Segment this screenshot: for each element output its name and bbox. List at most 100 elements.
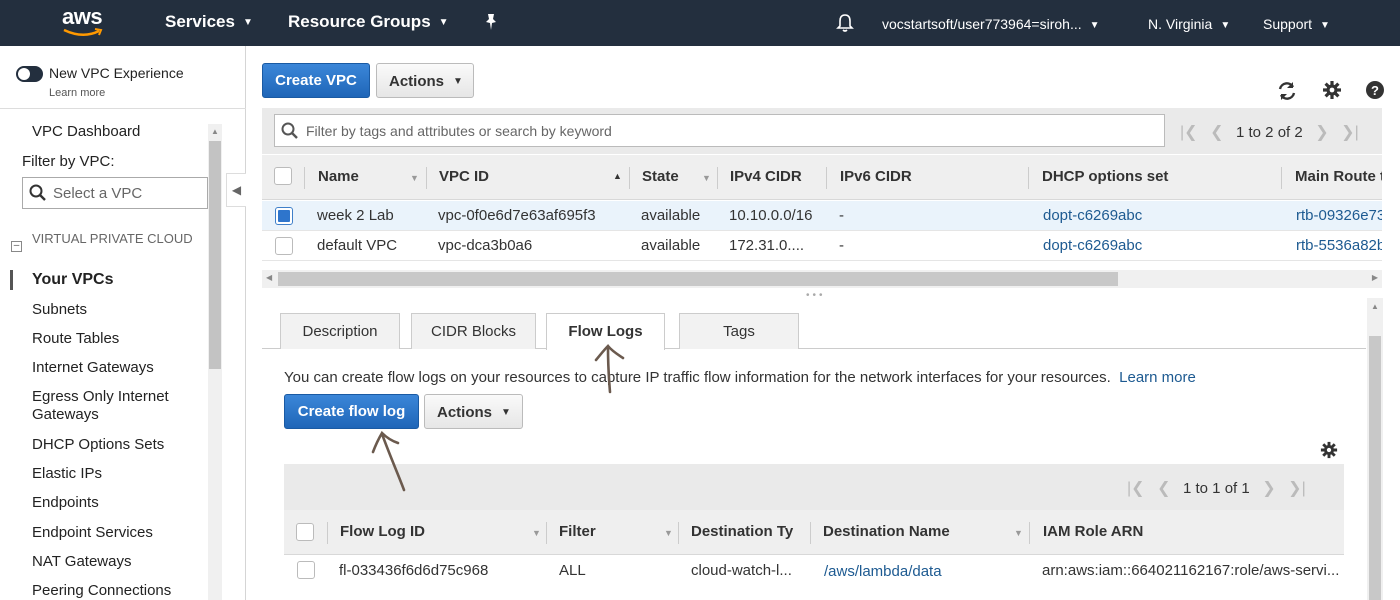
- sidebar-item-endpoints[interactable]: Endpoints: [32, 494, 202, 512]
- horizontal-scrollbar[interactable]: ◀ ▶: [262, 270, 1382, 288]
- table-row[interactable]: week 2 Lab vpc-0f0e6d7e63af695f3 availab…: [262, 201, 1382, 231]
- column-header-ipv6-cidr[interactable]: IPv6 CIDR: [840, 168, 912, 185]
- account-menu[interactable]: vocstartsoft/user773964=siroh... ▼: [882, 16, 1100, 32]
- column-header-name[interactable]: Name: [318, 168, 359, 185]
- sidebar-item-nat-gateways[interactable]: NAT Gateways: [32, 553, 202, 571]
- refresh-icon[interactable]: [1276, 80, 1298, 106]
- prev-page-icon[interactable]: ❮: [1157, 480, 1170, 497]
- next-page-icon[interactable]: ❯: [1315, 124, 1328, 141]
- sidebar-item-route-tables[interactable]: Route Tables: [32, 330, 202, 348]
- sidebar-divider: [0, 108, 246, 109]
- sidebar-item-subnets[interactable]: Subnets: [32, 301, 202, 319]
- last-page-icon[interactable]: ❯|: [1288, 480, 1306, 497]
- sidebar-item-elastic-ips[interactable]: Elastic IPs: [32, 465, 202, 483]
- column-separator: [1281, 167, 1282, 189]
- services-menu[interactable]: Services ▼: [165, 12, 253, 32]
- sidebar-item-egress-only-internet-gateways[interactable]: Egress Only Internet Gateways: [32, 388, 192, 424]
- pin-icon[interactable]: [483, 13, 499, 36]
- sort-icon[interactable]: ▼: [532, 528, 541, 538]
- new-vpc-experience-toggle[interactable]: [16, 66, 43, 82]
- prev-page-icon[interactable]: ❮: [1210, 124, 1223, 141]
- flow-log-destination-name-link[interactable]: /aws/lambda/data: [824, 563, 942, 580]
- dhcp-options-link[interactable]: dopt-c6269abc: [1043, 237, 1142, 254]
- column-header-vpc-id[interactable]: VPC ID: [439, 168, 489, 185]
- vpc-filter-select[interactable]: Select a VPC: [22, 177, 208, 209]
- sort-icon[interactable]: ▼: [1014, 528, 1023, 538]
- actions-dropdown-button[interactable]: Actions ▼: [376, 63, 474, 98]
- collapse-section-icon[interactable]: –: [11, 241, 22, 252]
- details-scrollbar-thumb[interactable]: [1369, 336, 1381, 600]
- row-checkbox[interactable]: [297, 561, 315, 579]
- vpc-name: default VPC: [317, 237, 398, 254]
- column-header-flow-log-id[interactable]: Flow Log ID: [340, 523, 425, 540]
- first-page-icon[interactable]: |❮: [1180, 124, 1198, 141]
- sidebar-item-internet-gateways[interactable]: Internet Gateways: [32, 359, 202, 377]
- table-row[interactable]: fl-033436f6d6d75c968 ALL cloud-watch-l..…: [284, 556, 1344, 586]
- tab-description[interactable]: Description: [280, 313, 400, 349]
- column-separator: [717, 167, 718, 189]
- row-checkbox[interactable]: [275, 237, 293, 255]
- support-menu[interactable]: Support ▼: [1263, 16, 1330, 32]
- scroll-up-icon[interactable]: ▲: [211, 127, 219, 136]
- sidebar-item-endpoint-services[interactable]: Endpoint Services: [32, 524, 202, 542]
- settings-gear-icon[interactable]: [1322, 80, 1342, 104]
- bell-icon[interactable]: [836, 13, 854, 38]
- settings-gear-icon[interactable]: [1320, 441, 1338, 463]
- sidebar-scrollbar-thumb[interactable]: [209, 141, 221, 369]
- flow-log-actions-dropdown[interactable]: Actions ▼: [424, 394, 523, 429]
- column-header-ipv4-cidr[interactable]: IPv4 CIDR: [730, 168, 802, 185]
- column-header-filter[interactable]: Filter: [559, 523, 596, 540]
- vpc-table-header: Name ▼ VPC ID ▲ State ▼ IPv4 CIDR IPv6 C…: [262, 155, 1382, 200]
- first-page-icon[interactable]: |❮: [1127, 480, 1145, 497]
- scroll-right-icon[interactable]: ▶: [1372, 273, 1378, 282]
- learn-more-link[interactable]: Learn more: [1119, 369, 1196, 386]
- sidebar-item-peering-connections[interactable]: Peering Connections: [32, 582, 202, 600]
- sidebar-item-dhcp-options-sets[interactable]: DHCP Options Sets: [32, 436, 202, 454]
- scroll-up-icon[interactable]: ▲: [1371, 302, 1379, 311]
- sort-ascending-icon[interactable]: ▲: [613, 171, 622, 181]
- create-vpc-button[interactable]: Create VPC: [262, 63, 370, 98]
- sort-icon[interactable]: ▼: [664, 528, 673, 538]
- collapse-sidebar-button[interactable]: ◀: [226, 173, 246, 207]
- details-scrollbar[interactable]: ▲: [1367, 298, 1383, 600]
- chevron-down-icon: ▼: [501, 407, 511, 418]
- horizontal-scrollbar-thumb[interactable]: [278, 272, 1118, 286]
- sidebar-item-your-vpcs[interactable]: Your VPCs: [32, 271, 202, 289]
- column-header-state[interactable]: State: [642, 168, 679, 185]
- panel-resize-handle[interactable]: •••: [806, 290, 826, 301]
- column-separator: [629, 167, 630, 189]
- table-row[interactable]: default VPC vpc-dca3b0a6 available 172.3…: [262, 231, 1382, 261]
- tab-cidr-blocks[interactable]: CIDR Blocks: [411, 313, 536, 349]
- aws-logo[interactable]: aws: [60, 4, 110, 40]
- row-checkbox[interactable]: [275, 207, 293, 225]
- select-all-checkbox[interactable]: [296, 523, 314, 541]
- vpc-ipv4-cidr: 10.10.0.0/16: [729, 207, 813, 224]
- sidebar-item-vpc-dashboard[interactable]: VPC Dashboard: [32, 123, 140, 140]
- region-menu[interactable]: N. Virginia ▼: [1148, 16, 1230, 32]
- next-page-icon[interactable]: ❯: [1262, 480, 1275, 497]
- column-separator: [810, 522, 811, 544]
- column-header-main-route-table[interactable]: Main Route t: [1295, 168, 1382, 185]
- search-icon: [281, 122, 298, 139]
- column-separator: [826, 167, 827, 189]
- route-table-link[interactable]: rtb-5536a82b: [1296, 237, 1382, 254]
- create-flow-log-button[interactable]: Create flow log: [284, 394, 419, 429]
- select-all-checkbox[interactable]: [274, 167, 292, 185]
- tab-tags[interactable]: Tags: [679, 313, 799, 349]
- learn-more-link[interactable]: Learn more: [49, 87, 105, 99]
- scroll-left-icon[interactable]: ◀: [266, 273, 272, 282]
- annotation-arrow-icon: [594, 344, 625, 394]
- column-header-destination-name[interactable]: Destination Name: [823, 523, 950, 540]
- vpc-search-input[interactable]: Filter by tags and attributes or search …: [274, 114, 1165, 147]
- column-header-dhcp-options-set[interactable]: DHCP options set: [1042, 168, 1168, 185]
- dhcp-options-link[interactable]: dopt-c6269abc: [1043, 207, 1142, 224]
- column-header-iam-role-arn[interactable]: IAM Role ARN: [1043, 523, 1143, 540]
- column-header-destination-type[interactable]: Destination Ty: [691, 523, 796, 540]
- sort-icon[interactable]: ▼: [702, 173, 711, 183]
- route-table-link[interactable]: rtb-09326e73: [1296, 207, 1382, 224]
- flow-logs-pagination: |❮ ❮ 1 to 1 of 1 ❯ ❯|: [1127, 478, 1306, 498]
- last-page-icon[interactable]: ❯|: [1341, 124, 1359, 141]
- help-icon[interactable]: ?: [1365, 80, 1385, 104]
- resource-groups-menu[interactable]: Resource Groups ▼: [288, 12, 449, 32]
- sort-icon[interactable]: ▼: [410, 173, 419, 183]
